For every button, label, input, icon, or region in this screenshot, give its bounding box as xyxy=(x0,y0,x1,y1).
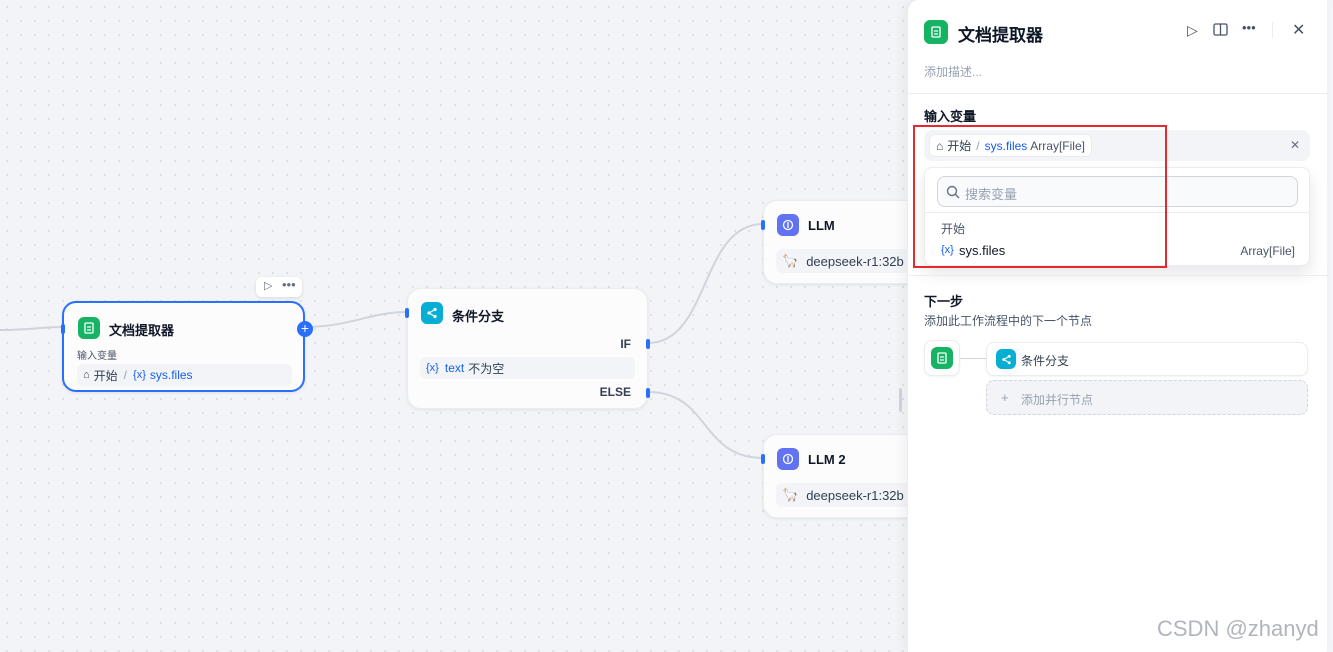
variable-dropdown: 搜索变量 开始 {x} sys.files Array[File] xyxy=(924,167,1310,266)
option-type: Array[File] xyxy=(1240,244,1295,258)
branch-icon xyxy=(421,302,443,324)
panel-resize-handle[interactable] xyxy=(899,388,902,412)
input-var-label: 输入变量 xyxy=(77,351,117,362)
clear-icon[interactable]: ✕ xyxy=(1290,138,1300,152)
var-chip: ⌂ 开始 / {x} sys.files xyxy=(77,364,292,386)
node-title: 文档提取器 xyxy=(109,323,175,338)
selected-start: 开始 xyxy=(947,139,972,153)
run-icon[interactable]: ▷ xyxy=(1187,22,1198,39)
node-config-panel: 文档提取器 ▷ ••• ✕ 添加描述... 输入变量 ⌂ 开始 / sys.fi… xyxy=(907,0,1328,652)
llm-icon xyxy=(777,448,799,470)
search-variable-input[interactable]: 搜索变量 xyxy=(937,176,1298,207)
target-handle[interactable] xyxy=(761,220,765,230)
search-icon xyxy=(946,185,960,199)
if-label: IF xyxy=(620,337,631,351)
header-divider xyxy=(1272,22,1273,38)
book-icon[interactable] xyxy=(1213,23,1228,41)
condition-chip: {x} text 不为空 xyxy=(420,357,635,379)
condition-operator: 不为空 xyxy=(468,361,505,376)
var-name: sys.files xyxy=(149,368,193,382)
description-input[interactable]: 添加描述... xyxy=(924,63,982,80)
run-icon[interactable]: ▷ xyxy=(264,279,272,292)
else-label: ELSE xyxy=(599,385,631,399)
variable-selector[interactable]: ⌂ 开始 / sys.files Array[File] ✕ xyxy=(924,130,1310,161)
variable-icon: {x} xyxy=(426,362,439,374)
condition-var: text xyxy=(444,361,465,375)
target-handle[interactable] xyxy=(405,308,409,318)
connector-line xyxy=(960,358,986,359)
add-parallel-label: 添加并行节点 xyxy=(1021,393,1094,407)
home-icon: ⌂ xyxy=(83,369,90,381)
if-else-node[interactable]: 条件分支 IF {x} text 不为空 ELSE xyxy=(405,288,650,409)
next-node-item[interactable]: 条件分支 xyxy=(986,342,1308,376)
doc-extractor-icon xyxy=(924,20,948,44)
selected-var: sys.files xyxy=(984,138,1028,153)
search-placeholder: 搜索变量 xyxy=(965,187,1018,202)
selected-type: Array[File] xyxy=(1030,138,1085,153)
divider xyxy=(908,93,1328,94)
next-node-label: 条件分支 xyxy=(1021,354,1070,368)
crumb-separator: / xyxy=(976,138,980,153)
panel-title[interactable]: 文档提取器 xyxy=(958,21,1043,46)
llm-icon xyxy=(777,214,799,236)
else-source-handle[interactable] xyxy=(646,388,650,398)
target-handle[interactable] xyxy=(761,454,765,464)
if-source-handle[interactable] xyxy=(646,339,650,349)
divider xyxy=(908,275,1328,276)
more-icon[interactable]: ••• xyxy=(282,277,296,292)
doc-extractor-node[interactable]: 文档提取器 输入变量 ⌂ 开始 / {x} sys.files + xyxy=(61,301,313,392)
target-handle[interactable] xyxy=(61,324,65,334)
crumb-separator: / xyxy=(123,368,128,382)
model-name: deepseek-r1:32b xyxy=(806,487,904,503)
close-icon[interactable]: ✕ xyxy=(1292,20,1305,40)
ollama-icon: 🦙 xyxy=(782,487,799,502)
node-title: LLM 2 xyxy=(808,452,846,467)
doc-extractor-icon xyxy=(78,317,100,339)
more-icon[interactable]: ••• xyxy=(1242,20,1256,35)
divider xyxy=(925,212,1309,213)
current-node-badge xyxy=(924,340,960,376)
next-step-description: 添加此工作流程中的下一个节点 xyxy=(924,314,1093,328)
next-step-title: 下一步 xyxy=(924,294,964,309)
option-name: sys.files xyxy=(959,243,1006,258)
add-parallel-node-button[interactable]: + 添加并行节点 xyxy=(986,380,1308,415)
crumb-start: 开始 xyxy=(93,368,118,383)
model-name: deepseek-r1:32b xyxy=(806,253,904,269)
input-var-section-title: 输入变量 xyxy=(924,109,977,124)
add-next-button[interactable]: + xyxy=(297,321,313,337)
variable-option[interactable]: {x} sys.files Array[File] xyxy=(931,240,1303,262)
doc-extractor-icon xyxy=(931,347,953,369)
watermark: CSDN @zhanyd xyxy=(1157,616,1319,641)
variable-icon: {x} xyxy=(941,244,954,256)
ollama-icon: 🦙 xyxy=(782,253,799,268)
selected-var-tag: ⌂ 开始 / sys.files Array[File] xyxy=(929,134,1092,157)
variable-icon: {x} xyxy=(133,369,146,381)
node-title: 条件分支 xyxy=(452,309,505,324)
node-toolbar: ▷ ••• xyxy=(256,277,302,297)
home-icon: ⌂ xyxy=(936,138,944,153)
branch-icon xyxy=(996,349,1016,369)
node-title: LLM xyxy=(808,218,835,233)
group-label: 开始 xyxy=(941,222,966,236)
plus-icon: + xyxy=(1001,390,1009,405)
